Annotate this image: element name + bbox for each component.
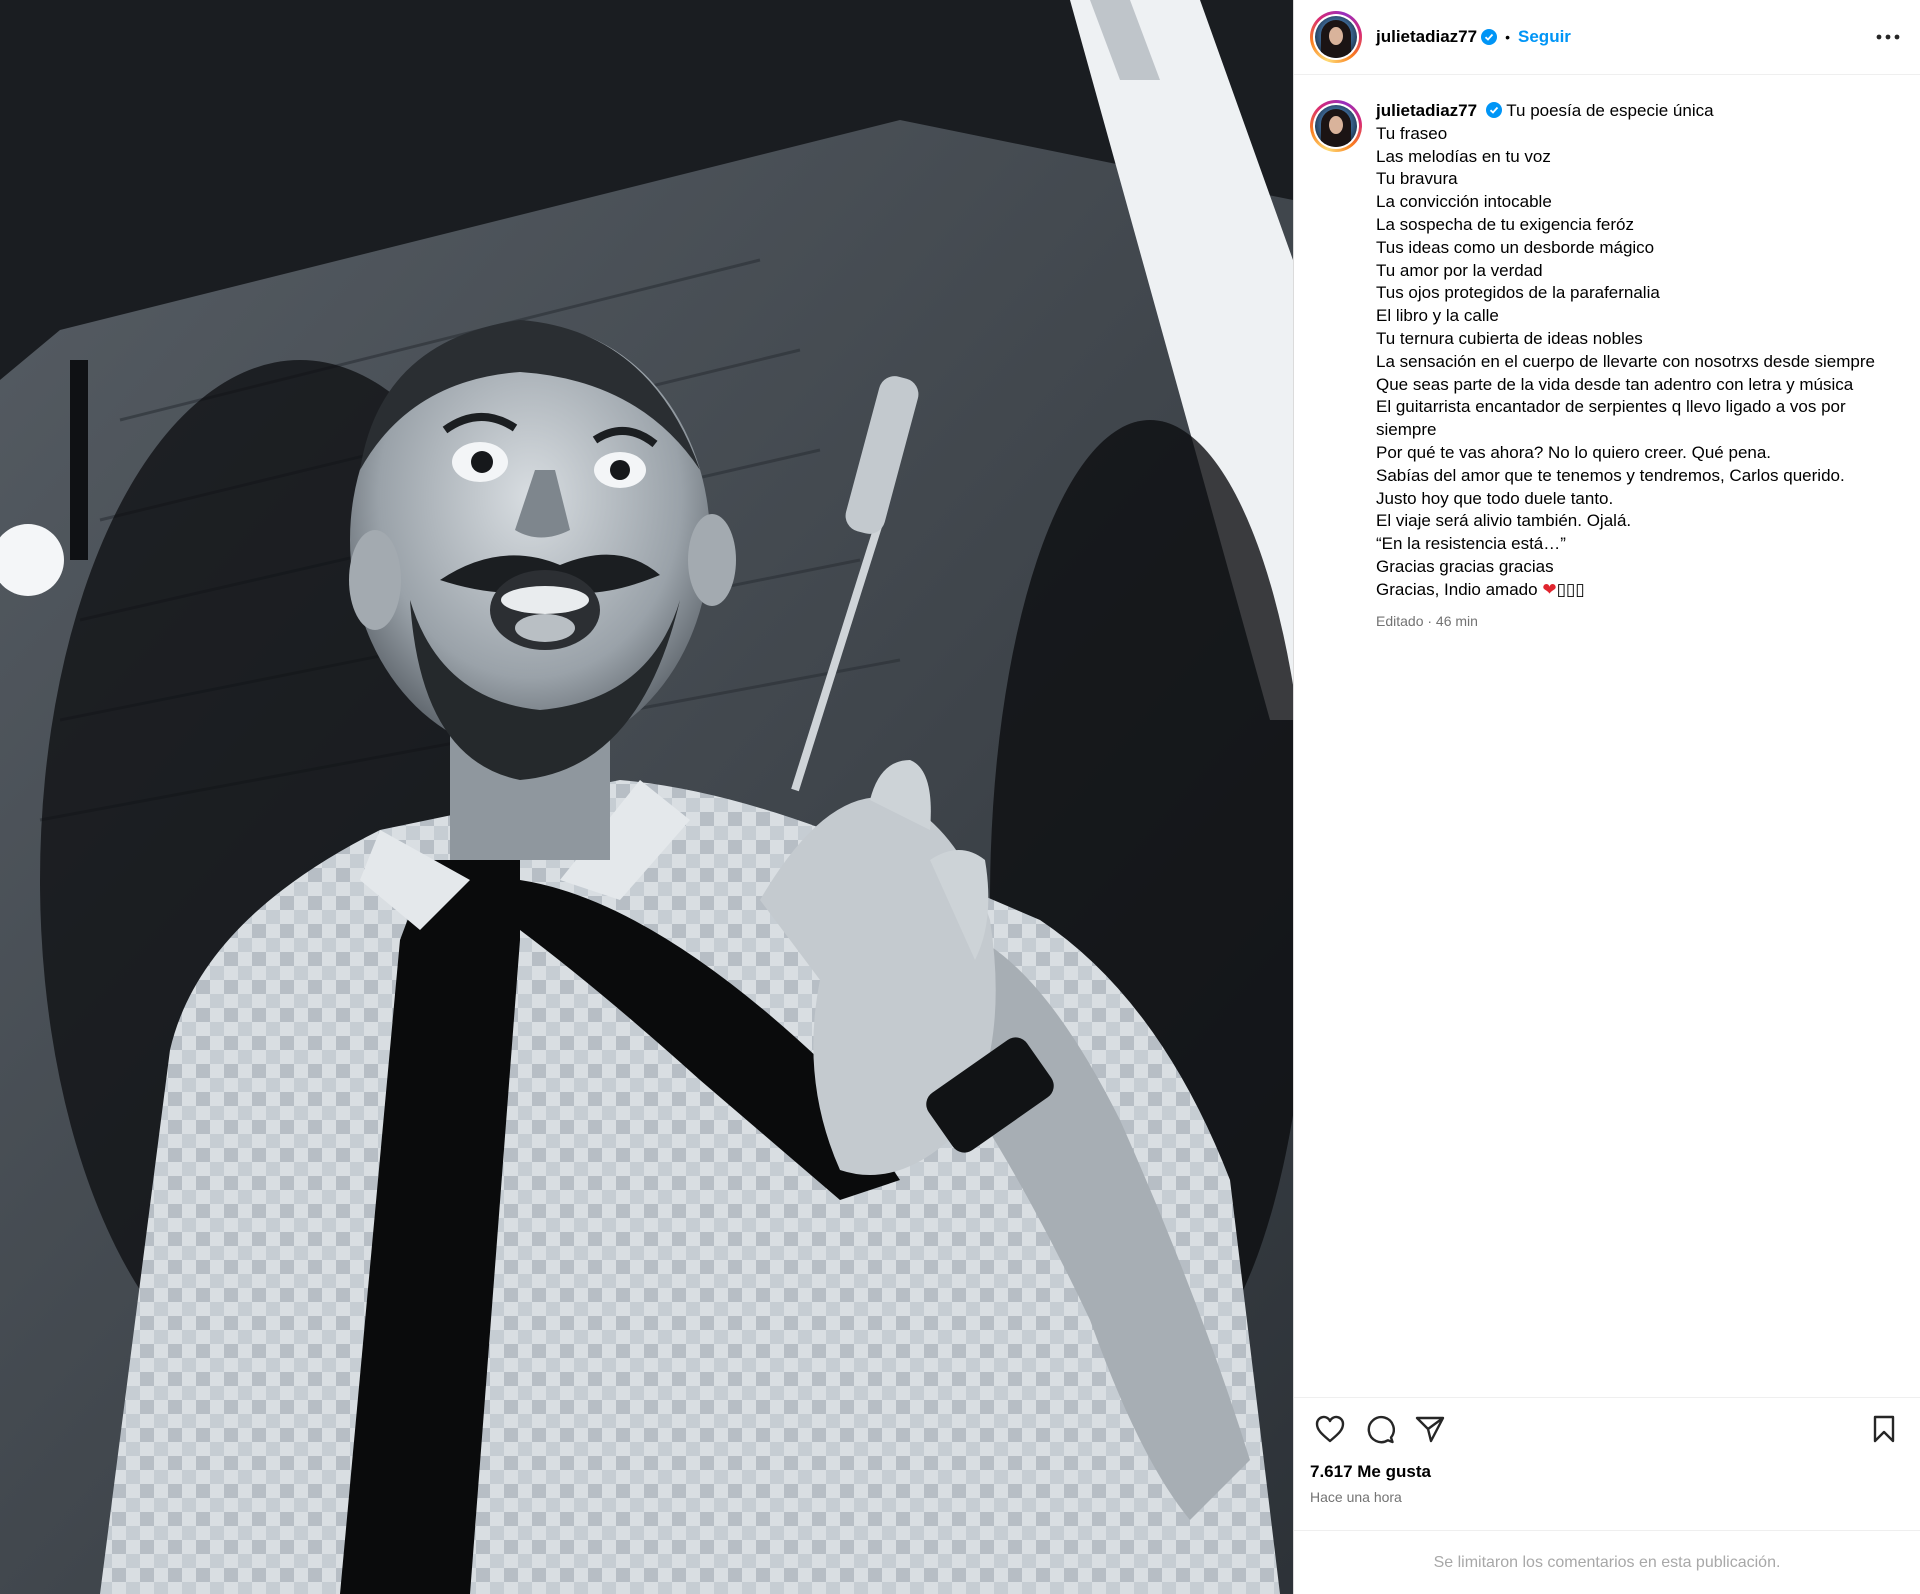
caption-first-line: Tu poesía de especie única: [1506, 101, 1714, 120]
caption-line: Tu fraseo: [1376, 123, 1448, 143]
caption-last-line: Gracias, Indio amado: [1376, 579, 1538, 599]
caption-line: La sospecha de tu exigencia feróz: [1376, 214, 1635, 234]
caption-line: El viaje será alivio también. Ojalá.: [1376, 511, 1632, 531]
caption-line: La sensación en el cuerpo de llevarte co…: [1376, 351, 1875, 371]
caption-line: Tu amor por la verdad: [1376, 260, 1543, 280]
bookmark-icon[interactable]: [1864, 1409, 1904, 1449]
caption-line: Que seas parte de la vida desde tan aden…: [1376, 374, 1854, 394]
send-icon[interactable]: [1410, 1409, 1450, 1449]
comment-icon[interactable]: [1360, 1409, 1400, 1449]
caption-line: El libro y la calle: [1376, 306, 1499, 326]
header-separator: •: [1505, 29, 1511, 45]
follow-button[interactable]: Seguir: [1518, 27, 1571, 47]
post-side-panel: julietadiaz77 • Seguir julietadiaz77 Tu …: [1293, 0, 1920, 1594]
caption-line: El guitarrista encantador de serpientes …: [1376, 397, 1846, 440]
author-username[interactable]: julietadiaz77: [1376, 27, 1477, 47]
caption-line: La convicción intocable: [1376, 192, 1552, 212]
caption-edited-meta: Editado · 46 min: [1376, 612, 1478, 629]
caption-line: Por qué te vas ahora? No lo quiero creer…: [1376, 442, 1772, 462]
caption-line: Sabías del amor que te tenemos y tendrem…: [1376, 465, 1845, 485]
caption-avatar[interactable]: [1310, 100, 1362, 152]
caption-line: Las melodías en tu voz: [1376, 146, 1551, 166]
avatar[interactable]: [1310, 11, 1362, 63]
post-timestamp[interactable]: Hace una hora: [1310, 1489, 1904, 1505]
caption-line: Tu ternura cubierta de ideas nobles: [1376, 328, 1643, 348]
likes-count[interactable]: 7.617 Me gusta: [1310, 1462, 1904, 1482]
more-options-icon[interactable]: [1872, 21, 1904, 53]
heart-icon[interactable]: [1310, 1409, 1350, 1449]
caption-lines: Tu fraseo Las melodías en tu voz Tu bravur…: [1376, 123, 1904, 579]
photo-illustration: [0, 0, 1293, 1594]
caption-section: julietadiaz77 Tu poesía de especie única…: [1294, 76, 1920, 1396]
caption-line: Gracias gracias gracias: [1376, 556, 1554, 576]
caption-username[interactable]: julietadiaz77: [1376, 101, 1477, 120]
comments-limited-notice: Se limitaron los comentarios en esta pub…: [1294, 1530, 1920, 1594]
caption-line: Tus ideas como un desborde mágico: [1376, 237, 1655, 257]
caption-line: Tu bravura: [1376, 169, 1458, 189]
actions-bar: 7.617 Me gusta Hace una hora: [1294, 1397, 1920, 1505]
caption-text: julietadiaz77 Tu poesía de especie única…: [1376, 100, 1904, 1396]
instagram-post-modal: julietadiaz77 • Seguir julietadiaz77 Tu …: [0, 0, 1920, 1594]
verified-badge-icon: [1485, 102, 1502, 118]
verified-badge-icon: [1481, 29, 1498, 45]
caption-line: Tus ojos protegidos de la parafernalia: [1376, 283, 1660, 303]
heart-emoji: ❤: [1542, 579, 1557, 599]
emoji-placeholders: ▯▯▯: [1556, 579, 1585, 599]
post-header: julietadiaz77 • Seguir: [1294, 0, 1920, 75]
post-photo[interactable]: [0, 0, 1293, 1594]
caption-line: Justo hoy que todo duele tanto.: [1376, 488, 1614, 508]
caption-line: “En la resistencia está…”: [1376, 534, 1566, 554]
